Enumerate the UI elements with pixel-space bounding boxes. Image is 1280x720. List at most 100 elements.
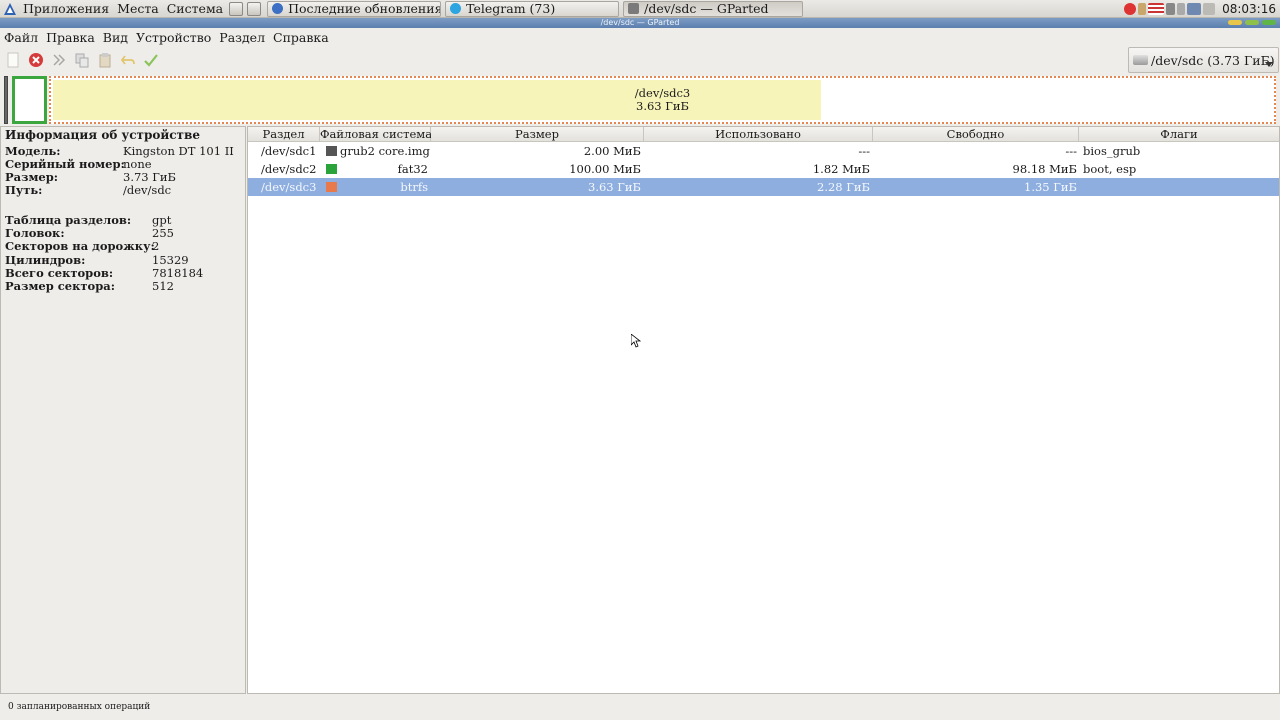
sound-icon[interactable] [1177, 3, 1186, 15]
info-label: Размер сектора: [5, 279, 115, 293]
info-label: Модель: [5, 144, 61, 158]
info-value: Kingston DT 101 II [123, 144, 234, 158]
panel-menu-places[interactable]: Места [113, 0, 163, 18]
window-titlebar[interactable]: /dev/sdc — GParted [0, 18, 1280, 28]
resize-move-icon[interactable] [50, 52, 68, 68]
column-header-partition[interactable]: Раздел [248, 127, 320, 142]
task-label: Последние обновления в ... [288, 1, 442, 16]
cell-flags: bios_grub [1083, 144, 1141, 158]
menu-help[interactable]: Справка [269, 30, 333, 45]
task-label: Telegram (73) [466, 1, 556, 16]
task-browser[interactable]: Последние обновления в ... [267, 0, 442, 17]
partition-graph-label: /dev/sdc3 3.63 ГиБ [51, 87, 1274, 113]
panel-menu-system[interactable]: Система [163, 0, 227, 18]
clock[interactable]: 08:03:16 [1216, 2, 1280, 16]
menu-view[interactable]: Вид [99, 30, 132, 45]
info-label: Серийный номер: [5, 157, 125, 171]
cell-free: 98.18 МиБ [1012, 162, 1077, 176]
info-value: 7818184 [152, 266, 204, 280]
task-label: /dev/sdc — GParted [644, 1, 769, 16]
cell-partition: /dev/sdc2 [261, 162, 317, 176]
cell-filesystem: fat32 [397, 162, 428, 176]
minimize-button[interactable] [1228, 20, 1242, 25]
info-value: /dev/sdc [123, 183, 172, 197]
column-header-filesystem[interactable]: Файловая система [320, 127, 432, 142]
info-value: 3.73 ГиБ [123, 170, 176, 184]
menu-edit[interactable]: Правка [42, 30, 99, 45]
info-label: Всего секторов: [5, 266, 114, 280]
filesystem-color-swatch [326, 146, 337, 156]
device-selector[interactable]: /dev/sdc (3.73 ГиБ) [1128, 47, 1279, 73]
cell-free: --- [1065, 144, 1077, 158]
partition-graph-size: 3.63 ГиБ [636, 99, 689, 113]
chevron-down-icon [1265, 56, 1273, 71]
undo-icon[interactable] [119, 52, 137, 68]
info-label: Секторов на дорожку: [5, 239, 155, 253]
cell-partition: /dev/sdc1 [261, 144, 317, 158]
device-selector-label: /dev/sdc (3.73 ГиБ) [1151, 52, 1275, 68]
apply-icon[interactable] [142, 52, 160, 68]
statusbar: 0 запланированных операций [8, 702, 151, 712]
column-header-free[interactable]: Свободно [873, 127, 1079, 142]
new-icon[interactable] [4, 52, 22, 68]
info-label: Путь: [5, 183, 43, 197]
info-value: 512 [152, 279, 174, 293]
cell-partition: /dev/sdc3 [261, 180, 317, 194]
close-button[interactable] [1262, 20, 1276, 25]
column-header-flags[interactable]: Флаги [1079, 127, 1279, 142]
info-value: 2 [152, 239, 160, 253]
notification-badge-icon[interactable] [1124, 3, 1137, 15]
column-header-used[interactable]: Использовано [644, 127, 873, 142]
volume-icon[interactable] [1166, 3, 1176, 15]
table-row[interactable]: /dev/sdc1 grub2 core.img 2.00 МиБ --- --… [248, 142, 1279, 160]
cell-filesystem: btrfs [400, 180, 428, 194]
device-info-pane: Информация об устройстве Модель: Kingsto… [0, 126, 246, 694]
keyboard-layout-flag-icon[interactable] [1148, 3, 1165, 15]
table-row-selected[interactable]: /dev/sdc3 btrfs 3.63 ГиБ 2.28 ГиБ 1.35 Г… [248, 178, 1279, 196]
paste-icon[interactable] [96, 52, 114, 68]
info-label: Размер: [5, 170, 59, 184]
copy-icon[interactable] [73, 52, 91, 68]
panel-menu-applications[interactable]: Приложения [19, 0, 113, 18]
menu-partition[interactable]: Раздел [215, 30, 269, 45]
cell-size: 2.00 МиБ [583, 144, 641, 158]
gparted-icon [628, 3, 640, 14]
info-value: gpt [152, 213, 172, 227]
launcher-files-icon[interactable] [229, 1, 244, 16]
menubar: Файл Правка Вид Устройство Раздел Справк… [0, 28, 1280, 46]
info-value: none [123, 157, 152, 171]
menu-device[interactable]: Устройство [132, 30, 215, 45]
window-title: /dev/sdc — GParted [600, 18, 680, 27]
telegram-icon [450, 3, 462, 14]
filesystem-color-swatch [326, 182, 337, 192]
top-panel: Приложения Места Система Последние обнов… [0, 0, 1280, 18]
partition-graph: /dev/sdc3 3.63 ГиБ [4, 76, 1279, 124]
menu-file[interactable]: Файл [0, 30, 42, 45]
info-label: Цилиндров: [5, 253, 86, 267]
clipboard-icon[interactable] [1138, 3, 1147, 15]
task-gparted[interactable]: /dev/sdc — GParted [623, 0, 804, 17]
cell-used: --- [858, 144, 870, 158]
partition-block-sdc1[interactable] [4, 76, 8, 124]
applications-menu-icon[interactable] [3, 2, 17, 16]
cell-used: 1.82 МиБ [812, 162, 870, 176]
maximize-button[interactable] [1245, 20, 1259, 25]
cell-free: 1.35 ГиБ [1024, 180, 1077, 194]
column-header-size[interactable]: Размер [431, 127, 644, 142]
task-telegram[interactable]: Telegram (73) [445, 0, 620, 17]
filesystem-color-swatch [326, 164, 337, 174]
system-tray: 08:03:16 [1123, 0, 1280, 18]
device-info-title: Информация об устройстве [5, 128, 200, 142]
cell-flags: boot, esp [1083, 162, 1137, 176]
delete-icon[interactable] [27, 52, 45, 68]
cell-size: 100.00 МиБ [569, 162, 641, 176]
table-row[interactable]: /dev/sdc2 fat32 100.00 МиБ 1.82 МиБ 98.1… [248, 160, 1279, 178]
toolbar [0, 47, 1280, 73]
partition-block-sdc3[interactable]: /dev/sdc3 3.63 ГиБ [49, 76, 1276, 124]
info-value: 255 [152, 226, 174, 240]
partition-block-sdc2[interactable] [12, 76, 47, 124]
network-icon[interactable] [1187, 3, 1202, 15]
harddisk-icon [1133, 55, 1148, 65]
launcher-window-icon[interactable] [247, 1, 262, 16]
wifi-icon[interactable] [1203, 3, 1216, 15]
